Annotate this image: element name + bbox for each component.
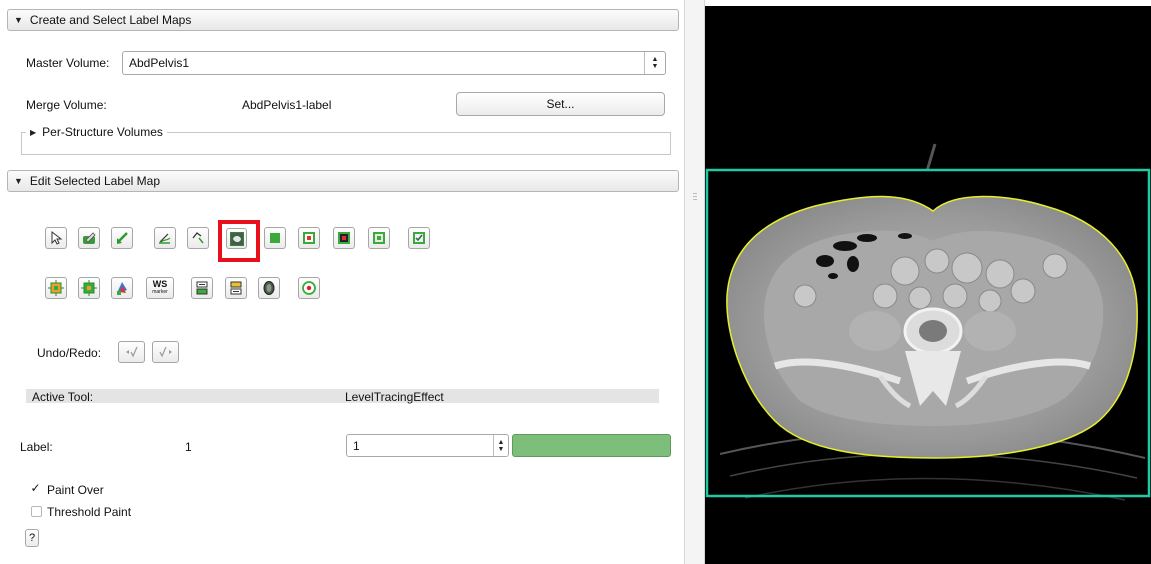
draw-tool-button[interactable] [111, 227, 133, 249]
selected-tool-highlight [218, 220, 260, 262]
paint-over-checkbox[interactable]: ✓ [30, 481, 41, 495]
erode-tool-button[interactable] [78, 277, 100, 299]
editor-panel: ▼ Create and Select Label Maps Master Vo… [0, 0, 684, 564]
ws-sub-text: marker [152, 289, 168, 295]
active-tool-bar [26, 389, 659, 403]
paint-icon [83, 232, 96, 244]
ws-marker-icon: WS marker [152, 280, 168, 296]
goto-label-icon [302, 281, 316, 295]
change-island-icon [373, 232, 385, 244]
label-label: Label: [20, 440, 53, 454]
expand-triangle-icon: ▶ [30, 127, 37, 137]
draw-icon [117, 232, 128, 244]
change-island-tool-button[interactable] [368, 227, 390, 249]
splitter-grip [693, 193, 697, 194]
section-title: Create and Select Label Maps [29, 13, 192, 27]
label-spinbox-value: 1 [353, 438, 360, 453]
ws-marker-tool-button[interactable]: WS marker [146, 277, 174, 299]
ct-slice-image [705, 143, 1151, 501]
undo-redo-label: Undo/Redo: [37, 346, 102, 360]
create-label-maps-header[interactable]: ▼ Create and Select Label Maps [7, 9, 679, 31]
goto-label-tool-button[interactable] [298, 277, 320, 299]
set-button-label: Set... [546, 97, 575, 111]
help-button[interactable]: ? [25, 529, 39, 547]
per-structure-toggle[interactable]: ▶ Per-Structure Volumes [26, 125, 167, 139]
edit-label-map-header[interactable]: ▼ Edit Selected Label Map [7, 170, 679, 192]
spin-arrows-icon: ▲ ▼ [493, 435, 508, 456]
fast-marching-tool-button[interactable] [258, 277, 280, 299]
level-tracing-tool-button[interactable] [154, 227, 176, 249]
redo-button[interactable] [152, 341, 179, 363]
grow-cut-tool-button[interactable] [298, 227, 320, 249]
dilate-tool-button[interactable] [45, 277, 67, 299]
select-arrows-icon: ▲ ▼ [644, 52, 665, 74]
active-tool-label: Active Tool: [32, 390, 94, 404]
redo-icon [158, 346, 172, 358]
remove-islands-tool-button[interactable] [408, 227, 430, 249]
ws-text: WS [152, 279, 168, 289]
merge-volume-value: AbdPelvis1-label [242, 98, 332, 112]
master-volume-value: AbdPelvis1 [129, 56, 190, 70]
set-merge-volume-button[interactable]: Set... [456, 92, 665, 116]
grow-cut-icon [303, 232, 315, 244]
merge-volume-label: Merge Volume: [26, 98, 107, 112]
dilate-icon [48, 280, 64, 296]
make-model-tool-button[interactable] [225, 277, 247, 299]
change-label-tool-button[interactable] [191, 277, 213, 299]
change-label-icon [196, 281, 208, 295]
label-value: 1 [185, 440, 192, 454]
threshold-paint-checkbox[interactable] [31, 506, 42, 517]
threshold-tool-button[interactable] [333, 227, 355, 249]
section-title: Edit Selected Label Map [29, 174, 161, 188]
panel-splitter[interactable] [684, 0, 705, 564]
threshold-paint-label: Threshold Paint [47, 505, 132, 519]
master-volume-select[interactable]: AbdPelvis1 ▲ ▼ [122, 51, 666, 75]
make-model-icon [230, 281, 242, 295]
remove-islands-icon [413, 232, 425, 244]
erode-icon [81, 280, 97, 296]
undo-icon [125, 346, 138, 358]
fast-marching-icon [263, 281, 275, 295]
draw-freehand-icon [192, 232, 204, 244]
threshold-icon [338, 232, 350, 244]
label-color-swatch[interactable] [512, 434, 671, 457]
help-button-label: ? [28, 532, 36, 544]
splitter-grip [693, 196, 697, 197]
slice-viewer[interactable] [705, 6, 1151, 564]
paint-tool-button[interactable] [78, 227, 100, 249]
arrow-icon [51, 230, 63, 245]
master-volume-label: Master Volume: [26, 56, 110, 70]
active-tool-value: LevelTracingEffect [345, 390, 444, 404]
arrow-tool-button[interactable] [45, 227, 67, 249]
checkmark-icon: ✓ [30, 481, 41, 495]
collapse-triangle-icon: ▼ [14, 15, 23, 25]
collapse-triangle-icon: ▼ [14, 176, 23, 186]
identify-islands-icon [117, 282, 127, 295]
draw-freehand-tool-button[interactable] [187, 227, 209, 249]
splitter-grip [693, 199, 697, 200]
undo-button[interactable] [118, 341, 145, 363]
level-tracing-icon [159, 233, 171, 244]
per-structure-title: Per-Structure Volumes [42, 125, 163, 139]
label-spinbox[interactable]: 1 ▲ ▼ [346, 434, 509, 457]
identify-islands-tool-button[interactable] [111, 277, 133, 299]
rectangle-tool-button[interactable] [264, 227, 286, 249]
rectangle-icon [270, 233, 280, 243]
paint-over-label: Paint Over [47, 483, 104, 497]
